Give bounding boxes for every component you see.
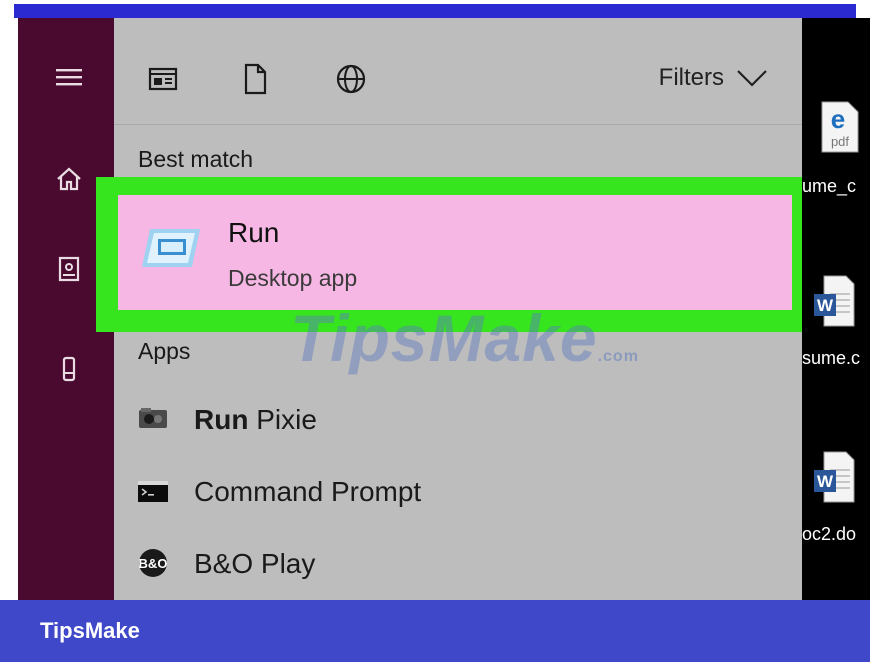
documents-filter-icon[interactable]: [238, 62, 272, 96]
hamburger-menu-icon[interactable]: [54, 62, 84, 92]
app-row-command-prompt[interactable]: Command Prompt: [114, 464, 802, 518]
best-match-title: Run: [228, 217, 280, 248]
app-row-bo-play[interactable]: B&O B&O Play: [114, 536, 802, 590]
svg-text:W: W: [817, 296, 834, 315]
pdf-file-icon[interactable]: e pdf: [818, 100, 862, 154]
svg-text:W: W: [817, 472, 834, 491]
web-filter-icon[interactable]: [334, 62, 368, 96]
best-match-run[interactable]: Run Desktop app: [118, 195, 792, 310]
watermark: TipsMake.com: [290, 301, 639, 375]
app-label: B&O Play: [194, 548, 316, 579]
filters-label: Filters: [658, 64, 724, 91]
word-file-icon[interactable]: W: [812, 450, 856, 504]
top-border: [0, 0, 870, 18]
home-icon[interactable]: [54, 164, 84, 194]
app-label: Run Pixie: [194, 404, 317, 435]
apps-heading: Apps: [138, 338, 191, 364]
search-toolbar: Filters: [114, 18, 802, 125]
desktop-file-label: ume_c: [802, 176, 857, 196]
best-match-heading: Best match: [138, 146, 254, 172]
run-app-icon: [140, 225, 202, 271]
run-pixie-icon: [136, 402, 170, 436]
app-row-run-pixie[interactable]: Run Pixie: [114, 392, 802, 446]
documents-icon[interactable]: [54, 254, 84, 284]
svg-text:B&O: B&O: [139, 556, 168, 571]
desktop-file-label: sume.c: [802, 348, 861, 368]
chevron-down-icon: [737, 70, 767, 87]
word-file-icon[interactable]: W: [812, 274, 856, 328]
bo-play-icon: B&O: [136, 546, 170, 580]
best-match-subtitle: Desktop app: [228, 265, 358, 291]
svg-text:e: e: [831, 104, 845, 134]
apps-filter-icon[interactable]: [146, 62, 180, 96]
filters-dropdown[interactable]: Filters: [659, 64, 768, 92]
app-label: Command Prompt: [194, 476, 422, 507]
screenshot-frame: Filters Best match Apps Run Pixie Comman…: [0, 0, 870, 662]
svg-text:pdf: pdf: [831, 134, 849, 149]
footer-bar: TipsMake: [0, 600, 870, 662]
footer-brand: TipsMake: [40, 618, 140, 643]
command-prompt-icon: [136, 474, 170, 508]
device-icon[interactable]: [54, 354, 84, 384]
desktop-background: e pdf ume_c W sume.c W oc2.do: [802, 18, 870, 600]
desktop-file-label: oc2.do: [802, 524, 857, 544]
